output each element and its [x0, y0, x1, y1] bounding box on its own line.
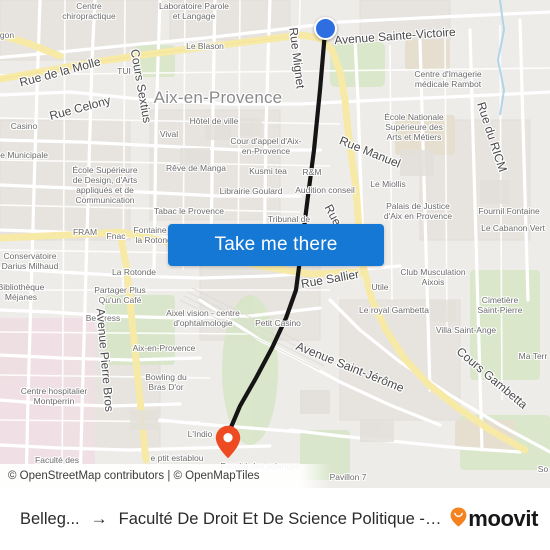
moovit-pin-icon — [450, 506, 467, 532]
attribution-text: © OpenStreetMap contributors | © OpenMap… — [8, 470, 260, 482]
trip-origin-label: Belleg... — [20, 509, 80, 528]
moovit-wordmark: moovit — [468, 506, 538, 531]
take-me-there-button[interactable]: Take me there — [168, 224, 384, 266]
moovit-trip-screen: Centre chiropractique Laboratoire Parole … — [0, 0, 550, 550]
trip-destination-label: Faculté De Droit Et De Science Politique… — [118, 509, 443, 528]
map-view[interactable]: Centre chiropractique Laboratoire Parole … — [0, 0, 550, 488]
destination-marker[interactable] — [215, 425, 241, 459]
trip-summary[interactable]: Belleg... → Faculté De Droit Et De Scien… — [20, 509, 442, 529]
map-attribution: © OpenStreetMap contributors | © OpenMap… — [0, 464, 550, 488]
moovit-logo[interactable]: moovit — [450, 506, 538, 532]
arrow-right-icon: → — [90, 509, 108, 528]
origin-marker[interactable] — [313, 16, 337, 40]
bottom-bar: Belleg... → Faculté De Droit Et De Scien… — [0, 488, 550, 550]
